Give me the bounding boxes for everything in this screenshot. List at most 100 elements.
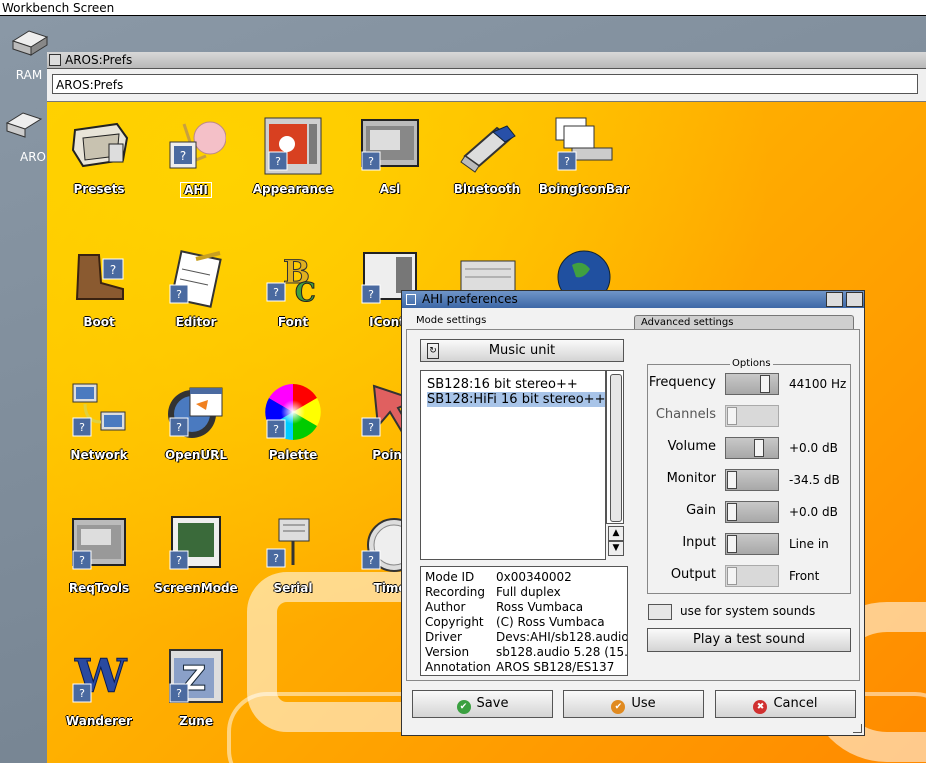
wanderer-icon: W? — [69, 648, 129, 708]
input-slider[interactable] — [725, 533, 779, 555]
channels-slider[interactable] — [725, 405, 779, 427]
frequency-slider[interactable] — [725, 373, 779, 395]
boot-icon: ? — [69, 249, 129, 309]
info-key: Copyright — [425, 615, 484, 629]
svg-text:?: ? — [273, 552, 279, 565]
cancel-button[interactable]: ✖ Cancel — [715, 690, 856, 718]
use-button[interactable]: ✔ Use — [563, 690, 704, 718]
music-unit-label: Music unit — [488, 343, 556, 358]
icon-screenmode[interactable]: ? ScreenMode — [148, 515, 244, 595]
mode-list-scrollbar[interactable]: ▲ ▼ — [606, 370, 624, 558]
icon-asl[interactable]: ? Asl — [342, 116, 438, 196]
scroll-thumb[interactable] — [610, 374, 622, 522]
close-icon[interactable] — [406, 294, 416, 305]
scroll-track[interactable] — [606, 370, 624, 524]
gain-slider[interactable] — [725, 501, 779, 523]
option-label: Output — [670, 567, 716, 582]
desktop-icon-aros[interactable]: ARO — [0, 109, 46, 164]
desktop-icon-label: ARO — [20, 150, 46, 164]
svg-text:?: ? — [564, 155, 570, 168]
option-value: +0.0 dB — [789, 441, 838, 455]
output-slider[interactable] — [725, 565, 779, 587]
info-value: Devs:AHI/sb128.audio — [496, 630, 628, 644]
scroll-down-icon[interactable]: ▼ — [608, 541, 624, 556]
option-value: Line in — [789, 537, 829, 551]
slider-knob[interactable] — [727, 567, 737, 585]
ahi-title-bar[interactable]: AHI preferences — [402, 291, 864, 308]
option-label: Channels — [655, 407, 716, 422]
boingiconbar-icon: ? — [554, 116, 614, 176]
icon-font[interactable]: B C? Font — [245, 249, 341, 329]
slider-knob[interactable] — [727, 471, 737, 489]
slider-knob[interactable] — [727, 503, 737, 521]
asl-icon: ? — [360, 116, 420, 176]
slider-knob[interactable] — [727, 535, 737, 553]
icon-presets[interactable]: Presets — [51, 116, 147, 196]
icon-wanderer[interactable]: W? Wanderer — [51, 648, 147, 729]
window-title: AHI preferences — [422, 292, 518, 306]
icon-palette[interactable]: ? Palette — [245, 382, 341, 462]
scroll-up-icon[interactable]: ▲ — [608, 526, 624, 541]
openurl-icon: ? — [166, 382, 226, 442]
volume-slider[interactable] — [725, 437, 779, 459]
zoom-icon[interactable] — [826, 292, 843, 307]
icon-serial[interactable]: ? Serial — [245, 515, 341, 595]
svg-text:C: C — [295, 278, 316, 308]
svg-text:?: ? — [79, 421, 85, 434]
editor-icon: ? — [166, 249, 226, 309]
svg-text:?: ? — [273, 286, 279, 299]
ahi-preferences-window: AHI preferences Mode settings Advanced s… — [401, 290, 865, 736]
icon-network[interactable]: ? Network — [51, 382, 147, 462]
option-label: Gain — [686, 503, 716, 518]
svg-text:?: ? — [79, 687, 85, 700]
prefs-title-bar[interactable]: AROS:Prefs — [47, 52, 926, 69]
music-unit-cycle[interactable]: ↻ Music unit — [420, 339, 624, 362]
bluetooth-icon — [457, 116, 517, 176]
path-field[interactable]: AROS:Prefs — [52, 74, 918, 94]
slider-knob[interactable] — [760, 375, 770, 393]
icon-zune[interactable]: Z? Zune — [148, 648, 244, 728]
info-value: 0x00340002 — [496, 570, 572, 584]
monitor-slider[interactable] — [725, 469, 779, 491]
info-key: Version — [425, 645, 470, 659]
icon-bluetooth[interactable]: Bluetooth — [439, 116, 535, 196]
palette-icon: ? — [263, 382, 323, 442]
option-value: Front — [789, 569, 820, 583]
option-label: Volume — [667, 439, 716, 454]
resize-handle[interactable] — [853, 724, 862, 733]
option-label: Frequency — [648, 375, 716, 390]
info-value: sb128.audio 5.28 (15.1 — [496, 645, 628, 659]
mode-list[interactable]: SB128:16 bit stereo++ SB128:HiFi 16 bit … — [420, 370, 606, 560]
list-item[interactable]: SB128:16 bit stereo++ — [421, 377, 605, 392]
zune-icon: Z? — [166, 648, 226, 708]
tab-advanced-settings[interactable]: Advanced settings — [634, 315, 854, 329]
info-value: AROS SB128/ES137 — [496, 660, 615, 674]
close-icon[interactable] — [49, 54, 61, 66]
tab-mode-settings[interactable]: Mode settings — [408, 313, 641, 329]
svg-text:?: ? — [180, 149, 186, 163]
slider-knob[interactable] — [754, 439, 764, 457]
play-test-sound-button[interactable]: Play a test sound — [647, 628, 851, 652]
option-value: +0.0 dB — [789, 505, 838, 519]
system-sounds-checkbox[interactable] — [648, 604, 672, 620]
serial-icon: ? — [263, 515, 323, 575]
svg-text:?: ? — [275, 155, 281, 168]
appearance-icon: ? — [263, 116, 323, 176]
icon-appearance[interactable]: ? Appearance — [245, 116, 341, 196]
screenmode-icon: ? — [166, 515, 226, 575]
font-icon: B C? — [263, 249, 323, 309]
depth-icon[interactable] — [846, 292, 863, 307]
network-icon: ? — [69, 382, 129, 442]
svg-text:?: ? — [273, 423, 279, 436]
icon-openurl[interactable]: ? OpenURL — [148, 382, 244, 462]
icon-ahi[interactable]: ? AHI — [148, 116, 244, 198]
icon-editor[interactable]: ? Editor — [148, 249, 244, 329]
icon-reqtools[interactable]: ? ReqTools — [51, 515, 147, 595]
icon-boot[interactable]: ? Boot — [51, 249, 147, 329]
options-group: Options Frequency 44100 Hz Channels Volu… — [647, 358, 851, 594]
list-item-selected[interactable]: SB128:HiFi 16 bit stereo++ — [421, 392, 606, 407]
save-button[interactable]: ✔ Save — [412, 690, 553, 718]
slider-knob[interactable] — [727, 407, 737, 425]
icon-boingiconbar[interactable]: ? BoingIconBar — [536, 116, 632, 196]
option-value: -34.5 dB — [789, 473, 840, 487]
